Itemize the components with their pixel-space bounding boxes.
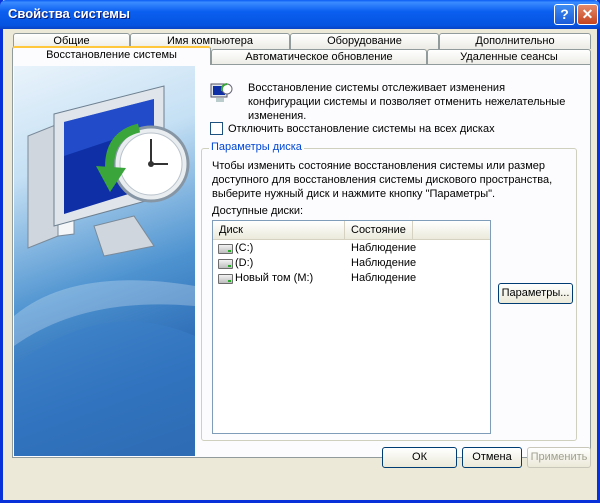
cancel-button[interactable]: Отмена (462, 447, 522, 468)
group-description: Чтобы изменить состояние восстановления … (212, 160, 553, 200)
list-item[interactable]: Новый том (M:) Наблюдение (213, 271, 490, 286)
list-header: Диск Состояние (213, 221, 490, 240)
monitor-clock-icon (14, 85, 195, 456)
apply-button[interactable]: Применить (527, 447, 591, 468)
tab-hardware[interactable]: Оборудование (290, 33, 439, 49)
drive-status: Наблюдение (351, 257, 417, 269)
group-title: Параметры диска (209, 141, 304, 153)
list-item[interactable]: (C:) Наблюдение (213, 241, 490, 256)
column-header-status[interactable]: Состояние (345, 221, 413, 239)
column-header-drive[interactable]: Диск (213, 221, 345, 239)
system-restore-small-icon (210, 83, 233, 102)
drive-status: Наблюдение (351, 272, 417, 284)
tab-advanced[interactable]: Дополнительно (439, 33, 591, 49)
available-drives-label: Доступные диски: (212, 205, 304, 217)
drive-name: (C:) (235, 242, 254, 254)
title-bar[interactable]: Свойства системы ? ✕ (0, 0, 600, 29)
help-button[interactable]: ? (554, 4, 575, 25)
tab-automatic-updates[interactable]: Автоматическое обновление (211, 49, 427, 65)
window-title: Свойства системы (8, 6, 130, 21)
disable-restore-label[interactable]: Отключить восстановление системы на всех… (228, 123, 495, 135)
drive-icon (218, 274, 233, 284)
drive-icon (218, 244, 233, 254)
disk-settings-group: Параметры диска Чтобы изменить состояние… (201, 141, 577, 441)
info-text: Восстановление системы отслеживает измен… (248, 82, 566, 122)
drive-name: Новый том (M:) (235, 272, 314, 284)
system-restore-illustration (14, 66, 195, 456)
disable-restore-checkbox[interactable] (210, 122, 223, 135)
tab-system-restore[interactable]: Восстановление системы (12, 46, 211, 65)
list-item[interactable]: (D:) Наблюдение (213, 256, 490, 271)
drives-list[interactable]: Диск Состояние (C:) Наблюдение (D:) Набл… (212, 220, 491, 434)
disable-restore-checkbox-row[interactable]: Отключить восстановление системы на всех… (210, 122, 495, 135)
tab-remote[interactable]: Удаленные сеансы (427, 49, 591, 65)
system-properties-window: Свойства системы ? ✕ Общие Имя компьютер… (0, 0, 600, 503)
close-button[interactable]: ✕ (577, 4, 598, 25)
drive-name: (D:) (235, 257, 254, 269)
drive-status: Наблюдение (351, 242, 417, 254)
ok-button[interactable]: ОК (382, 447, 457, 468)
settings-button[interactable]: Параметры... (498, 283, 573, 304)
drive-icon (218, 259, 233, 269)
tab-panel: Восстановление системы отслеживает измен… (12, 64, 591, 458)
tab-strip: Общие Имя компьютера Оборудование Дополн… (3, 29, 597, 69)
